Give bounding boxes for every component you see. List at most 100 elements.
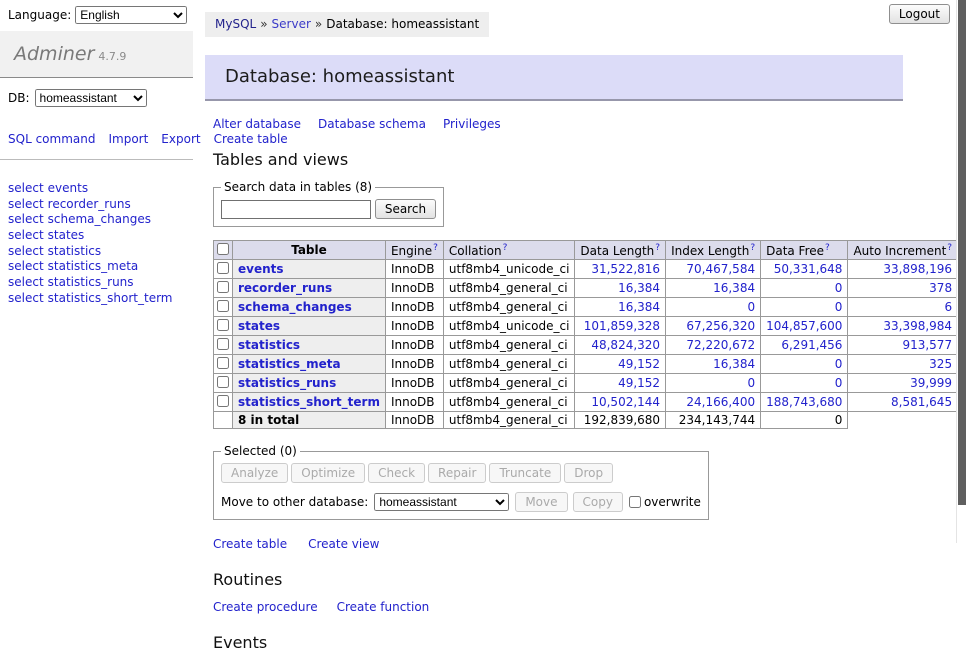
select-link[interactable]: select (8, 212, 44, 226)
logout-button[interactable]: Logout (889, 4, 950, 24)
repair-button: Repair (428, 463, 486, 483)
cell-data_length: 10,502,144 (575, 393, 666, 412)
cell-engine: InnoDB (385, 336, 443, 355)
cell-data_free: 0 (761, 355, 848, 374)
table-total-row: 8 in totalInnoDButf8mb4_general_ci192,83… (214, 412, 966, 429)
column-help-link[interactable]: ? (503, 243, 508, 253)
drop-button: Drop (564, 463, 613, 483)
language-select[interactable]: English (75, 6, 187, 24)
select-link[interactable]: select (8, 259, 44, 273)
move-database-row: Move to other database: homeassistant Mo… (221, 492, 701, 512)
page-title: Database: homeassistant (205, 55, 903, 101)
cell-data_length: 101,859,328 (575, 317, 666, 336)
breadcrumb-server-link[interactable]: Server (272, 17, 311, 31)
row-checkbox[interactable] (217, 281, 229, 293)
cell-auto_increment: 6 (848, 298, 958, 317)
row-checkbox[interactable] (217, 300, 229, 312)
sidebar-table-name-link[interactable]: recorder_runs (48, 197, 131, 211)
cell-data_free: 0 (761, 298, 848, 317)
row-checkbox[interactable] (217, 262, 229, 274)
select-link[interactable]: select (8, 244, 44, 258)
column-header: Table (233, 241, 386, 260)
cell-collation: utf8mb4_general_ci (443, 279, 575, 298)
sidebar-table-name-link[interactable]: statistics_short_term (48, 291, 173, 305)
scrollbar-thumb[interactable] (958, 0, 966, 505)
vertical-scrollbar[interactable] (956, 0, 966, 543)
cell-index_length: 70,467,584 (666, 260, 761, 279)
create-table-link[interactable]: Create table (213, 537, 287, 551)
cell-auto_increment: 378 (848, 279, 958, 298)
table-name-link[interactable]: recorder_runs (238, 281, 332, 295)
row-checkbox[interactable] (217, 338, 229, 350)
row-checkbox[interactable] (217, 319, 229, 331)
export-link[interactable]: Export (161, 132, 200, 146)
copy-button: Copy (573, 492, 623, 512)
check-button: Check (368, 463, 425, 483)
column-header: Data Free? (761, 241, 848, 260)
create-view-link[interactable]: Create view (308, 537, 379, 551)
cell-data_length: 31,522,816 (575, 260, 666, 279)
move-to-database-label: Move to other database: (221, 495, 368, 509)
breadcrumb-mysql-link[interactable]: MySQL (215, 17, 256, 31)
table-name-link[interactable]: statistics_runs (238, 376, 336, 390)
column-help-link[interactable]: ? (655, 243, 660, 253)
total-collation: utf8mb4_general_ci (443, 412, 575, 429)
cell-auto_increment: 8,581,645 (848, 393, 958, 412)
selected-legend: Selected (0) (221, 444, 300, 458)
select-link[interactable]: select (8, 291, 44, 305)
table-name-link[interactable]: events (238, 262, 284, 276)
table-row: schema_changesInnoDButf8mb4_general_ci16… (214, 298, 966, 317)
select-link[interactable]: select (8, 275, 44, 289)
cell-auto_increment: 33,398,984 (848, 317, 958, 336)
sidebar-table-name-link[interactable]: schema_changes (48, 212, 151, 226)
create-function-link[interactable]: Create function (337, 600, 430, 614)
select-link[interactable]: select (8, 197, 44, 211)
cell-collation: utf8mb4_general_ci (443, 355, 575, 374)
row-checkbox[interactable] (217, 376, 229, 388)
column-header-label: Collation (449, 244, 502, 258)
select-all-checkbox[interactable] (217, 243, 229, 255)
cell-data_free: 6,291,456 (761, 336, 848, 355)
overwrite-checkbox[interactable] (629, 496, 641, 508)
sidebar-table-name-link[interactable]: statistics (48, 244, 102, 258)
column-help-link[interactable]: ? (750, 243, 755, 253)
table-name-link[interactable]: statistics_meta (238, 357, 341, 371)
alter-database-link[interactable]: Alter database (213, 117, 301, 131)
db-label: DB: (8, 91, 30, 105)
sidebar-table-name-link[interactable]: events (48, 181, 88, 195)
cell-data_length: 16,384 (575, 298, 666, 317)
import-link[interactable]: Import (108, 132, 148, 146)
row-checkbox[interactable] (217, 395, 229, 407)
cell-data_free: 0 (761, 279, 848, 298)
database-schema-link[interactable]: Database schema (318, 117, 426, 131)
search-button[interactable]: Search (375, 199, 436, 219)
create-procedure-link[interactable]: Create procedure (213, 600, 318, 614)
select-link[interactable]: select (8, 181, 44, 195)
search-input[interactable] (221, 200, 371, 219)
move-database-select[interactable]: homeassistant (374, 493, 509, 511)
sql-command-link[interactable]: SQL command (8, 132, 95, 146)
table-row: eventsInnoDButf8mb4_unicode_ci31,522,816… (214, 260, 966, 279)
search-fieldset: Search data in tables (8) Search (213, 180, 444, 227)
column-help-link[interactable]: ? (433, 243, 438, 253)
column-help-link[interactable]: ? (947, 243, 952, 253)
cell-data_length: 49,152 (575, 355, 666, 374)
table-row: statesInnoDButf8mb4_unicode_ci101,859,32… (214, 317, 966, 336)
column-header: Data Length? (575, 241, 666, 260)
select-link[interactable]: select (8, 228, 44, 242)
privileges-link[interactable]: Privileges (443, 117, 501, 131)
sidebar-table-name-link[interactable]: statistics_meta (48, 259, 139, 273)
table-header-row: TableEngine?Collation?Data Length?Index … (214, 241, 966, 260)
table-name-link[interactable]: states (238, 319, 280, 333)
total-engine: InnoDB (385, 412, 443, 429)
table-name-link[interactable]: statistics (238, 338, 300, 352)
column-header-label: Table (291, 243, 327, 257)
row-checkbox[interactable] (217, 357, 229, 369)
table-name-link[interactable]: schema_changes (238, 300, 352, 314)
sidebar-table-name-link[interactable]: statistics_runs (48, 275, 134, 289)
column-help-link[interactable]: ? (825, 243, 830, 253)
table-name-link[interactable]: statistics_short_term (238, 395, 380, 409)
sidebar-table-name-link[interactable]: states (48, 228, 85, 242)
db-select[interactable]: homeassistant (35, 89, 147, 107)
selected-actions-row: AnalyzeOptimizeCheckRepairTruncateDrop (221, 463, 701, 483)
